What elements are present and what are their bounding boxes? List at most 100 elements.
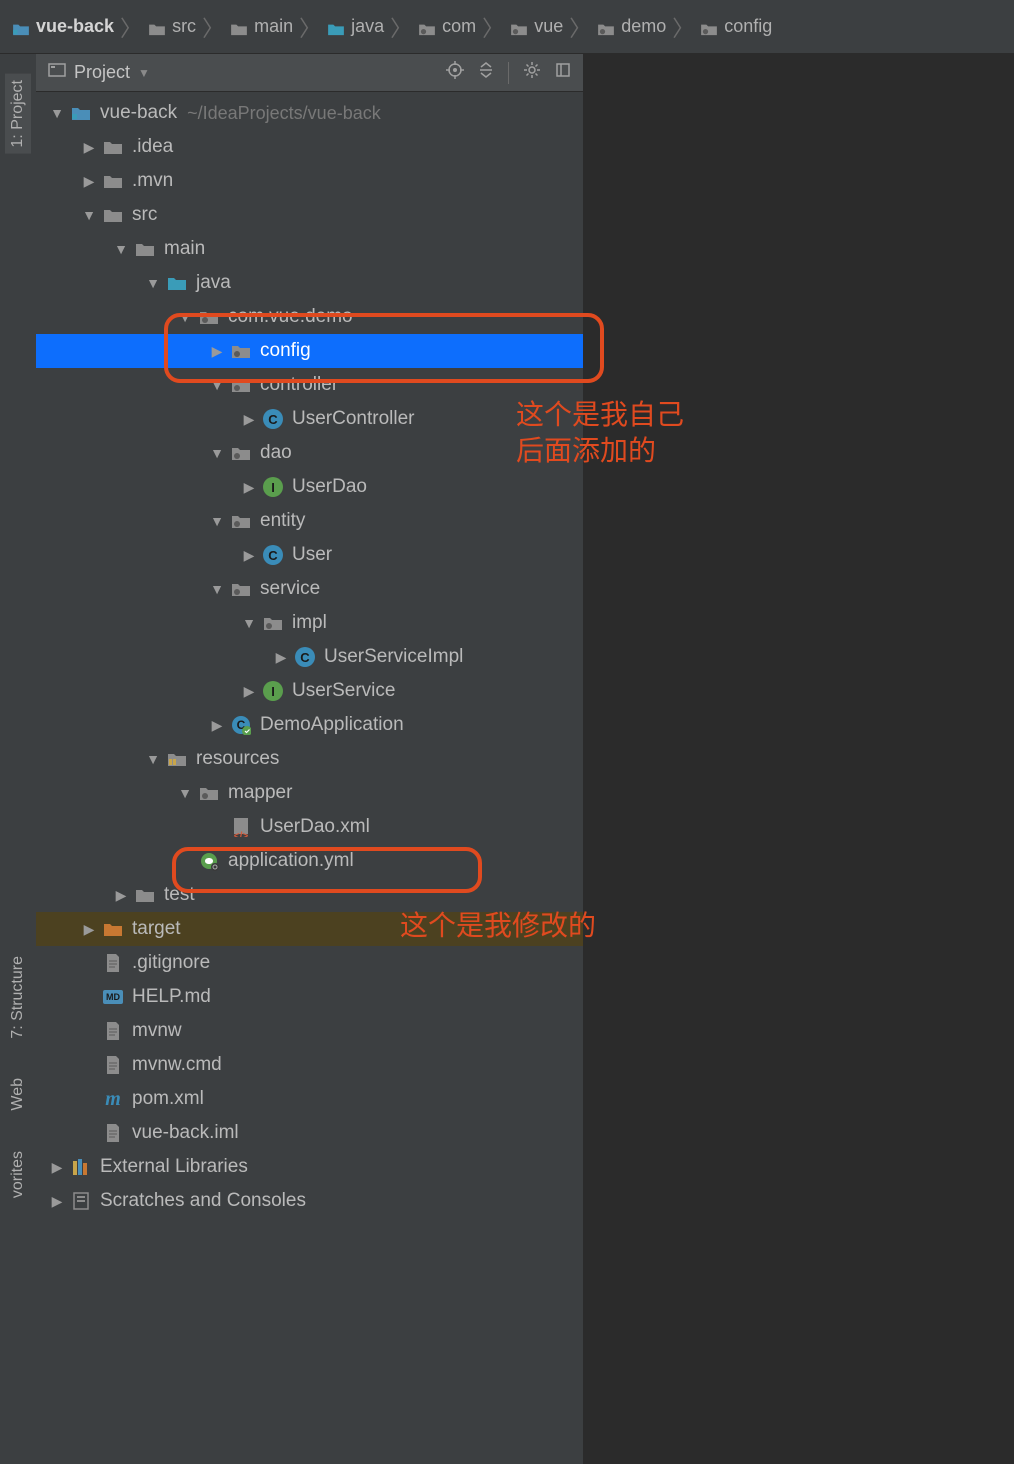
expand-arrow-down-icon[interactable]: ▼ [208,581,226,597]
breadcrumb-item-src[interactable]: src [144,16,200,37]
tree-node-mvnw-cmd[interactable]: mvnw.cmd [36,1048,583,1082]
expand-arrow-down-icon[interactable]: ▼ [48,105,66,121]
hide-icon[interactable] [555,62,571,83]
tree-node-external-libraries[interactable]: ▶External Libraries [36,1150,583,1184]
gutter-tab-project[interactable]: 1: Project [5,74,31,154]
expand-arrow-right-icon[interactable]: ▶ [240,683,258,700]
tree-label: src [132,204,157,226]
chevron-right-icon: 〉 [672,11,694,43]
tree-label: dao [260,442,292,464]
expand-arrow-right-icon[interactable]: ▶ [48,1193,66,1210]
folder-icon [700,20,718,34]
tree-node-mvnw[interactable]: mvnw [36,1014,583,1048]
breadcrumb-item-vue-back[interactable]: vue-back [8,16,118,37]
expand-arrow-right-icon[interactable]: ▶ [240,411,258,428]
tree-node-application-yml[interactable]: application.yml [36,844,583,878]
breadcrumb-item-java[interactable]: java [323,16,388,37]
class-c-icon: C [262,408,284,430]
tree-label: vue-back.iml [132,1122,239,1144]
expand-arrow-right-icon[interactable]: ▶ [80,173,98,190]
tree-node-scratches-and-consoles[interactable]: ▶Scratches and Consoles [36,1184,583,1218]
tree-label: UserDao.xml [260,816,370,838]
breadcrumb-item-com[interactable]: com [414,16,480,37]
locate-icon[interactable] [446,61,464,84]
tree-label: DemoApplication [260,714,404,736]
tree-node-usercontroller[interactable]: ▶CUserController [36,402,583,436]
expand-arrow-down-icon[interactable]: ▼ [176,785,194,801]
tree-label: target [132,918,181,940]
module-blue-icon [70,102,92,124]
tree-node-resources[interactable]: ▼resources [36,742,583,776]
gutter-tab-structure[interactable]: 7: Structure [5,950,31,1045]
dropdown-arrow-icon[interactable]: ▼ [138,66,150,80]
structure-tab-label: 7: Structure [9,956,27,1039]
expand-arrow-right-icon[interactable]: ▶ [272,649,290,666]
tree-node-config[interactable]: ▶config [36,334,583,368]
project-tree[interactable]: ▼vue-back~/IdeaProjects/vue-back▶.idea▶.… [36,92,583,1464]
tree-node-target[interactable]: ▶ target [36,912,583,946]
expand-arrow-right-icon[interactable]: ▶ [80,139,98,156]
expand-arrow-down-icon[interactable]: ▼ [208,377,226,393]
breadcrumb-item-vue[interactable]: vue [506,16,567,37]
expand-arrow-down-icon[interactable]: ▼ [144,751,162,767]
expand-arrow-right-icon[interactable]: ▶ [208,717,226,734]
tree-node-demoapplication[interactable]: ▶C DemoApplication [36,708,583,742]
tree-node-entity[interactable]: ▼entity [36,504,583,538]
expand-arrow-right-icon[interactable]: ▶ [240,547,258,564]
tree-node--mvn[interactable]: ▶.mvn [36,164,583,198]
tree-node-test[interactable]: ▶test [36,878,583,912]
tree-node-help-md[interactable]: MDHELP.md [36,980,583,1014]
expand-arrow-right-icon[interactable]: ▶ [240,479,258,496]
gear-icon[interactable] [523,61,541,84]
breadcrumb-item-config[interactable]: config [696,16,776,37]
folder-gray-icon [134,238,156,260]
panel-title: Project [74,62,130,83]
class-c-icon: C [262,544,284,566]
tree-node-user[interactable]: ▶CUser [36,538,583,572]
spring-yml-icon [198,850,220,872]
expand-arrow-down-icon[interactable]: ▼ [208,445,226,461]
tree-node-src[interactable]: ▼ src [36,198,583,232]
tree-node--idea[interactable]: ▶.idea [36,130,583,164]
expand-arrow-down-icon[interactable]: ▼ [80,207,98,223]
breadcrumb-item-demo[interactable]: demo [593,16,670,37]
tree-node--gitignore[interactable]: .gitignore [36,946,583,980]
resources-icon [166,748,188,770]
md-icon: MD [102,986,124,1008]
tree-node-userdao-xml[interactable]: </>UserDao.xml [36,810,583,844]
tree-node-vue-back[interactable]: ▼vue-back~/IdeaProjects/vue-back [36,96,583,130]
tree-node-userservice[interactable]: ▶IUserService [36,674,583,708]
tree-node-userdao[interactable]: ▶IUserDao [36,470,583,504]
tree-node-service[interactable]: ▼ service [36,572,583,606]
tree-label: service [260,578,320,600]
file-icon [102,1020,124,1042]
spring-app-icon: C [230,714,252,736]
expand-arrow-right-icon[interactable]: ▶ [112,887,130,904]
expand-arrow-down-icon[interactable]: ▼ [208,513,226,529]
tree-node-dao[interactable]: ▼ dao [36,436,583,470]
expand-arrow-down-icon[interactable]: ▼ [176,309,194,325]
expand-arrow-right-icon[interactable]: ▶ [208,343,226,360]
expand-arrow-down-icon[interactable]: ▼ [240,615,258,631]
folder-icon [418,20,436,34]
chevron-right-icon: 〉 [390,11,412,43]
tree-node-java[interactable]: ▼java [36,266,583,300]
gutter-tab-web[interactable]: Web [5,1072,31,1117]
tree-node-mapper[interactable]: ▼mapper [36,776,583,810]
folder-icon [327,20,345,34]
expand-arrow-right-icon[interactable]: ▶ [80,921,98,938]
expand-arrow-right-icon[interactable]: ▶ [48,1159,66,1176]
tree-node-userserviceimpl[interactable]: ▶CUserServiceImpl [36,640,583,674]
tree-node-vue-back-iml[interactable]: vue-back.iml [36,1116,583,1150]
expand-arrow-down-icon[interactable]: ▼ [144,275,162,291]
breadcrumb-item-main[interactable]: main [226,16,297,37]
expand-arrow-down-icon[interactable]: ▼ [112,241,130,257]
collapse-icon[interactable] [478,61,494,84]
tree-node-impl[interactable]: ▼impl [36,606,583,640]
tree-node-main[interactable]: ▼main [36,232,583,266]
tree-node-com-vue-demo[interactable]: ▼com.vue.demo [36,300,583,334]
gutter-tab-favorites[interactable]: vorites [5,1145,31,1204]
breadcrumb-label: demo [621,16,666,37]
tree-node-controller[interactable]: ▼controller [36,368,583,402]
tree-node-pom-xml[interactable]: mpom.xml [36,1082,583,1116]
